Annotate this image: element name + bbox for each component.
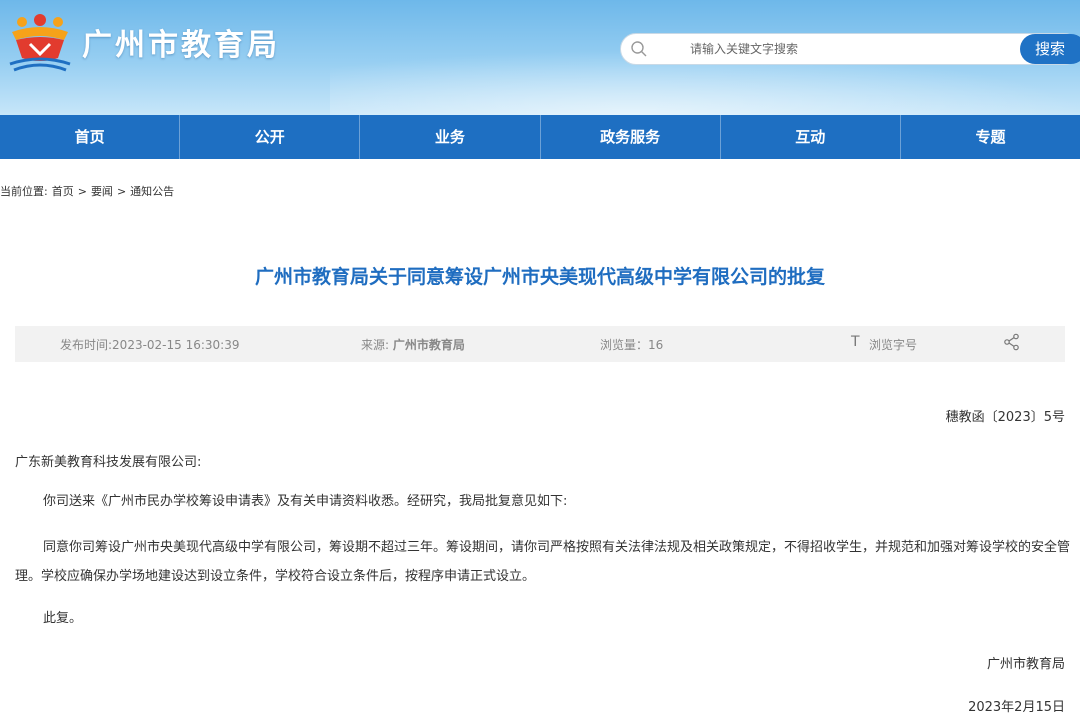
publish-time: 发布时间:2023-02-15 16:30:39 <box>60 338 240 352</box>
search-input[interactable] <box>660 38 1000 60</box>
site-title[interactable]: 广州市教育局 <box>82 20 280 64</box>
nav-item-gov-services[interactable]: 政务服务 <box>541 115 721 159</box>
breadcrumb-home-link[interactable]: 首页 <box>52 185 74 198</box>
source-value: 广州市教育局 <box>392 338 465 352</box>
source-label: 来源: <box>361 338 390 352</box>
article-paragraph: 你司送来《广州市民办学校筹设申请表》及有关申请资料收悉。经研究，我局批复意见如下… <box>43 494 568 509</box>
main-nav: 首页 公开 业务 政务服务 互动 专题 <box>0 115 1080 159</box>
breadcrumb: 当前位置: 首页 > 要闻 > 通知公告 <box>0 183 178 199</box>
font-size-icon[interactable]: T <box>851 334 860 350</box>
breadcrumb-prefix: 当前位置: <box>0 185 48 198</box>
breadcrumb-notices-link[interactable]: 通知公告 <box>130 185 174 198</box>
article-title: 广州市教育局关于同意筹设广州市央美现代高级中学有限公司的批复 <box>254 266 825 288</box>
share-icon[interactable] <box>1003 333 1021 351</box>
nav-item-home[interactable]: 首页 <box>0 115 181 159</box>
nav-item-public[interactable]: 公开 <box>180 115 361 159</box>
article-paragraph: 此复。 <box>43 611 83 626</box>
nav-item-business[interactable]: 业务 <box>360 115 541 159</box>
nav-item-topics[interactable]: 专题 <box>901 115 1080 159</box>
breadcrumb-news-link[interactable]: 要闻 <box>91 185 113 198</box>
addressee: 广东新美教育科技发展有限公司: <box>15 455 202 470</box>
search-icon <box>631 41 647 57</box>
education-bureau-logo-icon[interactable] <box>8 14 72 72</box>
article-paragraph: 同意你司筹设广州市央美现代高级中学有限公司，筹设期不超过三年。筹设期间，请你司严… <box>15 540 1071 584</box>
view-count: 浏览量：16 <box>600 338 664 352</box>
document-number: 穗教函〔2023〕5号 <box>945 410 1065 425</box>
signature: 广州市教育局 <box>986 657 1065 672</box>
search-button[interactable]: 搜索 <box>1020 34 1080 64</box>
document-date: 2023年2月15日 <box>968 700 1065 715</box>
breadcrumb-separator: > <box>116 185 127 198</box>
nav-item-interaction[interactable]: 互动 <box>721 115 901 159</box>
font-size-label[interactable]: 浏览字号 <box>869 336 917 353</box>
source: 来源: 广州市教育局 <box>361 336 465 353</box>
breadcrumb-separator: > <box>77 185 87 198</box>
